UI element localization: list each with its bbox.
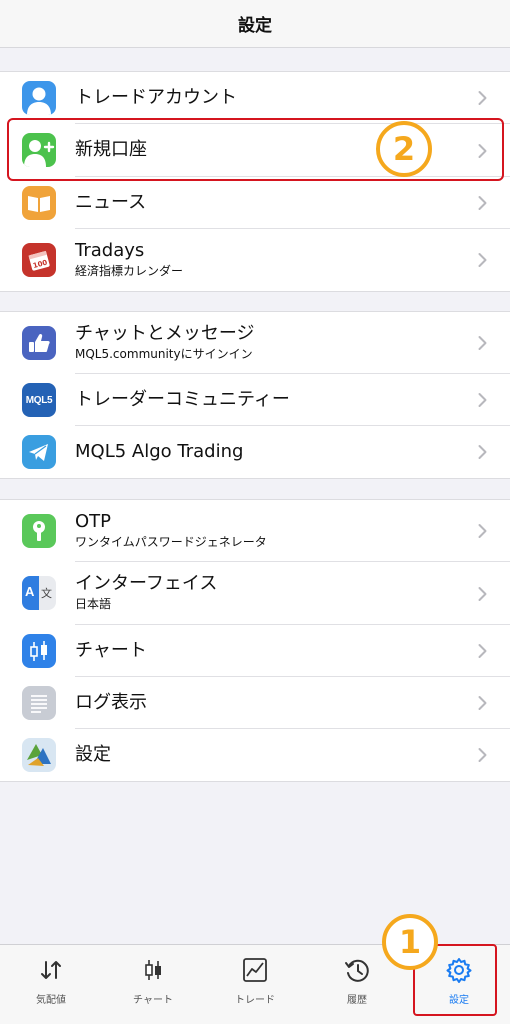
tab-label: 履歴 (347, 995, 367, 1006)
row-subtitle: 経済指標カレンダー (75, 264, 184, 278)
chevron-right-icon (478, 445, 487, 459)
row-label: チャットとメッセージ (75, 323, 255, 344)
settings-group-community: チャットとメッセージ MQL5.communityにサインイン MQL5 トレー… (0, 311, 510, 479)
book-icon (22, 186, 56, 220)
chevron-right-icon (478, 393, 487, 407)
settings-item-trader-community[interactable]: MQL5 トレーダーコミュニティー (0, 374, 510, 426)
row-label: MQL5 Algo Trading (75, 441, 244, 462)
row-label: インターフェイス (75, 573, 218, 594)
person-icon (22, 81, 56, 115)
language-icon: A 文 (22, 576, 56, 610)
tab-label: 設定 (449, 995, 469, 1006)
calendar-icon: 100 (22, 243, 56, 277)
chevron-right-icon (478, 196, 487, 210)
settings-item-new-account[interactable]: 新規口座 (0, 124, 510, 177)
row-label: Tradays (75, 240, 145, 261)
tab-quotes[interactable]: 気配値 (0, 945, 102, 1024)
tab-label: チャート (133, 995, 173, 1006)
tab-label: 気配値 (36, 995, 66, 1006)
row-subtitle: 日本語 (75, 597, 112, 611)
mql5-logo-text: MQL5 (25, 394, 53, 406)
tab-trade[interactable]: トレード (204, 945, 306, 1024)
page-title: 設定 (238, 16, 272, 36)
row-subtitle: ワンタイムパスワードジェネレータ (75, 535, 267, 549)
candlestick-icon (22, 634, 56, 668)
row-label: チャート (75, 640, 147, 661)
chevron-right-icon (478, 586, 487, 601)
chevron-right-icon (478, 748, 487, 762)
chevron-right-icon (478, 524, 487, 538)
language-icon-kanji: 文 (41, 587, 52, 600)
settings-item-interface[interactable]: A 文 インターフェイス 日本語 (0, 562, 510, 625)
chevron-right-icon (478, 696, 487, 710)
settings-group-app: OTP ワンタイムパスワードジェネレータ A 文 インターフェイス 日本語 チャ… (0, 499, 510, 782)
settings-item-chat[interactable]: チャットとメッセージ MQL5.communityにサインイン (0, 312, 510, 374)
row-label: ログ表示 (75, 692, 147, 713)
add-person-icon (22, 133, 56, 167)
metatrader-icon (22, 738, 56, 772)
chevron-right-icon (478, 91, 487, 105)
row-label: トレードアカウント (75, 87, 237, 108)
history-icon (344, 957, 370, 983)
chart-bars-icon (140, 957, 166, 983)
step-badge-2: 2 (376, 121, 432, 177)
settings-item-chart[interactable]: チャート (0, 625, 510, 677)
chevron-right-icon (478, 253, 487, 267)
trade-chart-icon (242, 957, 268, 983)
settings-item-news[interactable]: ニュース (0, 177, 510, 229)
key-icon (22, 514, 56, 548)
row-label: トレーダーコミュニティー (75, 389, 290, 410)
step-badge-1: 1 (382, 914, 438, 970)
settings-item-log[interactable]: ログ表示 (0, 677, 510, 729)
chevron-right-icon (478, 336, 487, 350)
settings-group-account: トレードアカウント 新規口座 ニュース 100 Tradays 経済指標カレンダ… (0, 71, 510, 292)
settings-item-tradays[interactable]: 100 Tradays 経済指標カレンダー (0, 229, 510, 291)
chevron-right-icon (478, 644, 487, 658)
navigation-bar: 設定 (0, 0, 510, 48)
mql5-icon: MQL5 (22, 383, 56, 417)
row-label: OTP (75, 511, 112, 532)
settings-item-trade-account[interactable]: トレードアカウント (0, 72, 510, 124)
document-icon (22, 686, 56, 720)
settings-item-otp[interactable]: OTP ワンタイムパスワードジェネレータ (0, 500, 510, 562)
quotes-arrows-icon (38, 957, 64, 983)
chevron-right-icon (478, 143, 487, 158)
step-badge-1-number: 1 (398, 923, 422, 961)
tab-chart[interactable]: チャート (102, 945, 204, 1024)
row-label: 設定 (75, 744, 111, 765)
row-subtitle: MQL5.communityにサインイン (75, 347, 253, 361)
thumbs-up-icon (22, 326, 56, 360)
row-label: ニュース (75, 192, 147, 213)
settings-item-algo-trading[interactable]: MQL5 Algo Trading (0, 426, 510, 478)
language-icon-latin: A (25, 584, 35, 599)
tab-label: トレード (235, 995, 275, 1006)
telegram-icon (22, 435, 56, 469)
step-badge-2-number: 2 (392, 130, 416, 168)
settings-gear-icon (446, 957, 472, 983)
settings-item-settings[interactable]: 設定 (0, 729, 510, 781)
